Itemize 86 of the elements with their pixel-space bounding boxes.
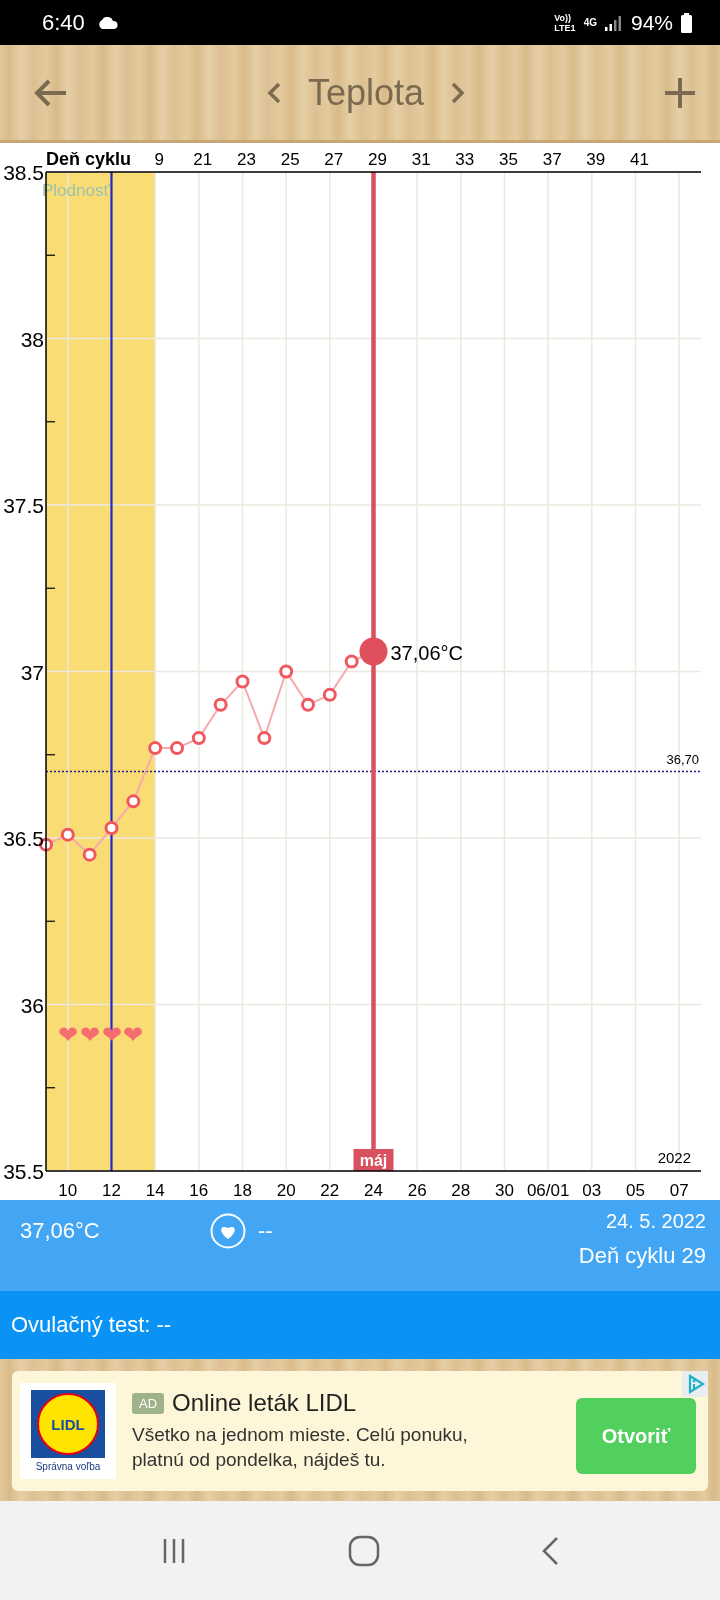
cover-line-label: 36,70 (666, 752, 699, 768)
ad-choices-icon[interactable] (682, 1371, 708, 1397)
x-axis-label: 24 (364, 1181, 383, 1200)
selected-value-label: 37,06°C (390, 641, 463, 664)
y-axis-label: 35.5 (3, 1160, 44, 1183)
battery-icon (681, 12, 692, 33)
temperature-point (257, 731, 272, 746)
status-time: 6:40 (42, 9, 85, 36)
x-axis-label: 28 (451, 1181, 471, 1200)
volte-label: Vo)) (554, 12, 573, 23)
cycle-day-label: 37 (542, 150, 562, 169)
heart-mark: ❤ (123, 1021, 144, 1048)
y-axis-label: 36.5 (3, 827, 44, 850)
year-label: 2022 (657, 1149, 691, 1166)
temperature-point (104, 821, 119, 835)
temperature-point (213, 697, 228, 712)
date-label: 24. 5. 2022 (605, 1210, 706, 1233)
cycle-day-label: 33 (455, 150, 475, 169)
x-axis-label: 14 (145, 1181, 165, 1200)
open-button[interactable]: Otvoriť (576, 1398, 696, 1474)
ref-line-label: máj (359, 1152, 388, 1169)
x-axis-label: 06/01 (526, 1181, 570, 1200)
temperature-point (148, 741, 163, 756)
network-label: 4G (583, 17, 597, 28)
temperature-point (279, 664, 294, 679)
x-axis-label: 30 (495, 1181, 514, 1200)
logo-caption: Správna voľba (35, 1461, 101, 1472)
temperature-point (235, 674, 250, 689)
x-axis-label: 22 (320, 1181, 340, 1200)
heart-circle-icon (210, 1213, 246, 1249)
x-axis-label: 10 (58, 1181, 78, 1200)
cycle-day-label: 29 (368, 150, 387, 169)
ovulation-test-value: -- (156, 1312, 172, 1338)
ad-title: Online leták LIDL (172, 1389, 357, 1418)
temperature-point (82, 847, 97, 862)
temperature-value: 37,06°C (20, 1218, 101, 1244)
ad-badge: AD (132, 1392, 165, 1414)
screen-title: Teplota (307, 71, 425, 114)
cycle-day-label: 31 (411, 150, 431, 169)
cycle-day-label: 21 (193, 150, 213, 169)
x-axis-label: 20 (276, 1181, 296, 1200)
temperature-point (322, 687, 337, 702)
temperature-point (344, 654, 359, 669)
back-icon[interactable] (540, 1535, 560, 1566)
cloud-icon (96, 16, 119, 29)
chevron-left-icon (265, 80, 282, 105)
temperature-point (170, 741, 184, 756)
temperature-point (301, 697, 315, 712)
heart-mark: ❤ (79, 1021, 100, 1048)
temperature-point (60, 827, 75, 842)
cycle-day-label: 25 (280, 150, 300, 169)
x-axis-label: 26 (407, 1181, 427, 1200)
lte-label: LTE1 (554, 22, 576, 33)
x-axis-label: 18 (233, 1181, 252, 1200)
temperature-point (191, 731, 206, 746)
cycle-day-label: 9 (154, 150, 164, 169)
plus-icon (664, 76, 696, 109)
cycle-day-label: 41 (630, 150, 649, 169)
x-axis-label: 16 (189, 1181, 209, 1200)
cycle-day-label: 23 (237, 150, 256, 169)
x-axis-label: 07 (669, 1181, 689, 1200)
x-axis-label: 05 (626, 1181, 645, 1200)
x-axis-label: 03 (582, 1181, 602, 1200)
signal-icon (604, 14, 621, 31)
battery-percent: 94% (630, 10, 673, 35)
cycle-day-label: 35 (499, 150, 518, 169)
chevron-right-icon (450, 80, 467, 105)
ad-description: Všetko na jednom mieste. Celú ponuku, platnú od pondelka, nájdeš tu. (132, 1423, 469, 1472)
temperature-point (126, 794, 141, 809)
x-axis-label: 12 (102, 1181, 121, 1200)
y-axis-label: 38 (20, 327, 44, 351)
home-icon[interactable] (348, 1534, 380, 1567)
back-arrow-icon (34, 77, 68, 108)
cycle-day-axis-title: Deň cyklu (46, 149, 132, 169)
cycle-day-label: 39 (586, 150, 606, 169)
month-badge: máj (353, 1149, 394, 1171)
ovulation-test-label: Ovulačný test: (11, 1312, 151, 1338)
y-axis-label: 38.5 (3, 161, 44, 184)
selected-point (359, 637, 388, 666)
logo-text: LIDL (51, 1415, 85, 1433)
cycle-day-label: Deň cyklu 29 (578, 1243, 706, 1269)
intercourse-value: -- (258, 1218, 273, 1244)
y-axis-label: 36 (20, 993, 44, 1017)
y-axis-label: 37.5 (3, 494, 44, 517)
y-axis-label: 37 (20, 660, 44, 684)
cycle-day-label: 27 (324, 150, 344, 169)
